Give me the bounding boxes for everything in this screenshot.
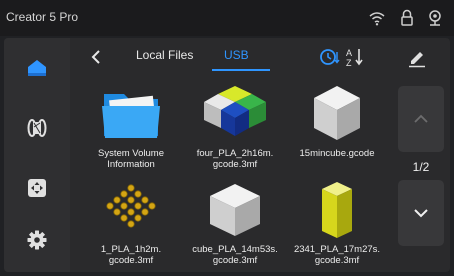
move-axes-icon [28,179,46,197]
pager: 1/2 [398,86,444,266]
tab-local-files[interactable]: Local Files [136,48,193,62]
file-name: cube_PLA_14m53s. gcode.3mf [192,244,278,266]
wifi-icon [369,12,385,26]
chevron-down-icon [414,209,428,218]
file-name: System Volume Information [98,148,164,170]
sidebar-item-home[interactable] [12,46,62,90]
folder-icon [102,94,160,138]
active-tab-indicator [212,69,270,71]
file-name: 2341_PLA_17m27s. gcode.3mf [293,244,381,266]
app-title: Creator 5 Pro [6,10,79,24]
svg-text:A: A [346,48,352,58]
chevron-up-icon [414,114,428,123]
page-down-button[interactable] [398,180,444,246]
page-up-button[interactable] [398,86,444,152]
file-thumbnail [210,184,260,236]
camera-icon[interactable] [426,9,444,27]
edit-pencil-icon[interactable] [406,46,428,68]
file-thumbnail [322,182,352,238]
file-thumbnail [314,86,360,140]
gear-icon [27,230,47,250]
sidebar-item-move[interactable] [12,166,62,210]
back-chevron-icon[interactable] [88,48,104,66]
file-thumbnail [106,184,156,228]
page-indicator: 1/2 [412,160,430,174]
tab-usb[interactable]: USB [224,48,249,62]
file-name: four_PLA_2h16m. gcode.3mf [196,148,274,170]
file-thumbnail [204,86,266,136]
home-icon [28,60,46,76]
status-bar: Creator 5 Pro [0,0,454,36]
file-item[interactable]: 15mincube.gcode [282,80,392,176]
file-item[interactable]: 2341_PLA_17m27s. gcode.3mf [282,176,392,272]
sort-alpha-icon[interactable]: A Z [344,46,366,68]
file-item[interactable]: 1_PLA_1h2m. gcode.3mf [76,176,186,272]
file-item[interactable]: four_PLA_2h16m. gcode.3mf [180,80,290,176]
lock-icon[interactable] [398,9,416,27]
sidebar-item-filament[interactable] [12,106,62,150]
file-grid: System Volume Information four_PLA_2h16m… [76,80,392,272]
sidebar-item-settings[interactable] [12,218,62,262]
file-name: 15mincube.gcode [299,148,375,159]
file-name: 1_PLA_1h2m. gcode.3mf [100,244,162,266]
sidebar [4,38,70,272]
file-item[interactable]: System Volume Information [76,80,186,176]
filament-spool-icon [27,119,47,137]
sort-by-time-icon[interactable] [318,46,340,68]
file-nav-bar: Local Files USB A Z [76,40,442,74]
svg-text:Z: Z [346,58,352,68]
file-item[interactable]: cube_PLA_14m53s. gcode.3mf [180,176,290,272]
